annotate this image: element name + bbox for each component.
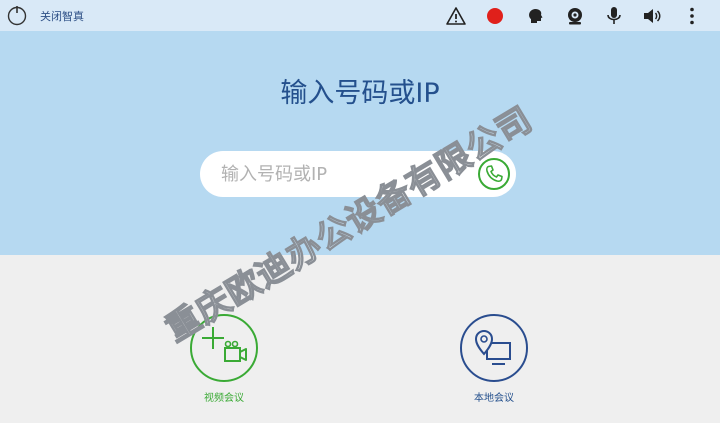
more-icon[interactable] <box>681 5 703 27</box>
microphone-icon[interactable] <box>603 5 625 27</box>
top-toolbar: 关闭智真 <box>0 0 720 31</box>
speaker-head-icon[interactable] <box>525 5 547 27</box>
volume-icon[interactable] <box>641 5 663 27</box>
dial-bar <box>200 151 516 197</box>
video-conference-label: 视频会议 <box>204 393 244 404</box>
camera-icon[interactable] <box>564 5 586 27</box>
call-button[interactable] <box>477 157 511 191</box>
local-conference-label: 本地会议 <box>474 393 514 404</box>
video-conference-button[interactable]: 视频会议 <box>164 313 284 404</box>
number-or-ip-input[interactable] <box>221 157 461 191</box>
local-conference-icon <box>460 314 528 382</box>
close-telepresence-label[interactable]: 关闭智真 <box>40 8 84 24</box>
warning-icon[interactable] <box>445 5 467 27</box>
conference-actions: 视频会议 本地会议 <box>0 255 720 423</box>
dial-panel: 输入号码或IP <box>0 31 720 255</box>
phone-icon <box>486 165 503 182</box>
record-icon[interactable] <box>484 5 506 27</box>
page-title: 输入号码或IP <box>280 78 440 109</box>
local-conference-button[interactable]: 本地会议 <box>434 313 554 404</box>
power-icon[interactable] <box>6 4 28 26</box>
video-conference-icon <box>190 314 258 382</box>
